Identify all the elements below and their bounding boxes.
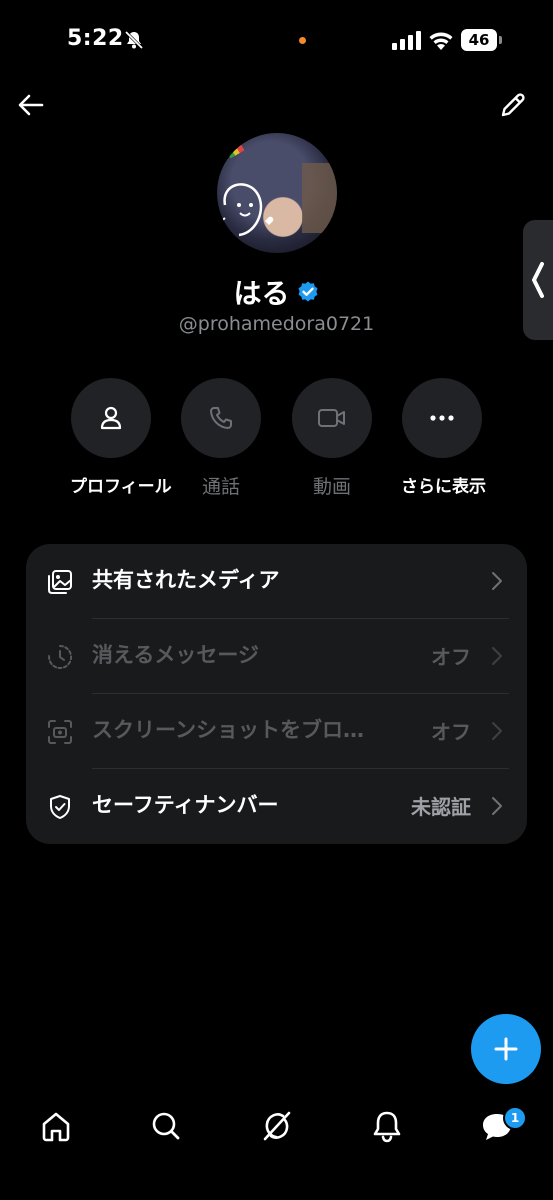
settings-row-title: 消えるメッセージ — [92, 643, 259, 667]
person-icon — [100, 406, 122, 430]
video-icon — [318, 409, 345, 427]
call-action-label: 通話 — [201, 476, 240, 498]
profile-name: はる — [233, 277, 290, 310]
chevron-right-icon — [492, 722, 502, 740]
plus-icon — [494, 1037, 518, 1061]
silent-bell-icon — [124, 30, 144, 50]
settings-row-shared-media[interactable]: 共有されたメディア — [26, 544, 527, 619]
grok-icon[interactable] — [257, 1106, 297, 1146]
more-action-circle[interactable] — [402, 378, 482, 458]
avatar-doodle — [218, 183, 274, 237]
edit-pencil-icon[interactable] — [498, 90, 528, 120]
cellular-signal-icon — [392, 31, 421, 50]
settings-row-block-screenshots[interactable]: スクリーンショットをブロ… オフ — [26, 694, 527, 769]
privacy-dot — [299, 37, 306, 44]
side-panel-handle[interactable] — [523, 220, 553, 340]
media-icon — [48, 570, 72, 594]
video-action[interactable]: 動画 — [291, 378, 373, 499]
settings-row-safety-number[interactable]: セーフティナンバー 未認証 — [26, 769, 527, 844]
back-arrow-icon[interactable] — [16, 90, 46, 120]
wifi-icon — [429, 32, 453, 50]
settings-card: 共有されたメディア 消えるメッセージ オフ スクリーンショットをブロ… オフ セ… — [26, 544, 527, 844]
settings-row-title: セーフティナンバー — [92, 793, 279, 817]
settings-row-disappearing-messages[interactable]: 消えるメッセージ オフ — [26, 619, 527, 694]
settings-row-value: オフ — [431, 645, 471, 669]
shield-icon — [50, 795, 70, 819]
profile-action[interactable]: プロフィール — [70, 378, 172, 497]
more-action[interactable]: さらに表示 — [401, 378, 486, 497]
verified-badge-icon — [298, 281, 317, 302]
call-action-circle[interactable] — [181, 378, 261, 458]
screenshot-icon — [48, 720, 72, 744]
profile-action-circle[interactable] — [71, 378, 151, 458]
phone-icon — [210, 407, 232, 429]
video-action-label: 動画 — [312, 476, 351, 498]
chevron-left-icon — [532, 262, 544, 298]
chevron-right-icon — [492, 647, 502, 665]
settings-row-value: 未認証 — [411, 795, 471, 819]
bell-icon[interactable] — [367, 1106, 407, 1146]
status-bar: 5:22 46 — [0, 0, 553, 80]
search-icon[interactable] — [146, 1106, 186, 1146]
home-icon[interactable] — [36, 1106, 76, 1146]
status-time: 5:22 — [67, 26, 124, 51]
profile-handle: @prohamedora0721 — [178, 313, 375, 335]
settings-row-title: スクリーンショットをブロ… — [92, 718, 364, 742]
battery-level: 46 — [461, 29, 497, 51]
new-message-button[interactable] — [471, 1014, 541, 1084]
profile-name-row: はる — [0, 272, 553, 312]
messages-badge: 1 — [503, 1106, 527, 1130]
settings-row-title: 共有されたメディア — [92, 568, 280, 592]
video-action-circle[interactable] — [292, 378, 372, 458]
settings-row-value: オフ — [431, 720, 471, 744]
chevron-right-icon — [492, 797, 502, 815]
call-action[interactable]: 通話 — [180, 378, 262, 499]
more-icon — [430, 415, 454, 421]
profile-action-label: プロフィール — [70, 477, 172, 497]
chevron-right-icon — [492, 572, 502, 590]
more-action-label: さらに表示 — [401, 477, 486, 497]
avatar[interactable] — [217, 133, 337, 253]
timer-icon — [48, 644, 73, 669]
battery-indicator: 46 — [461, 29, 503, 51]
battery-nub — [499, 36, 502, 44]
